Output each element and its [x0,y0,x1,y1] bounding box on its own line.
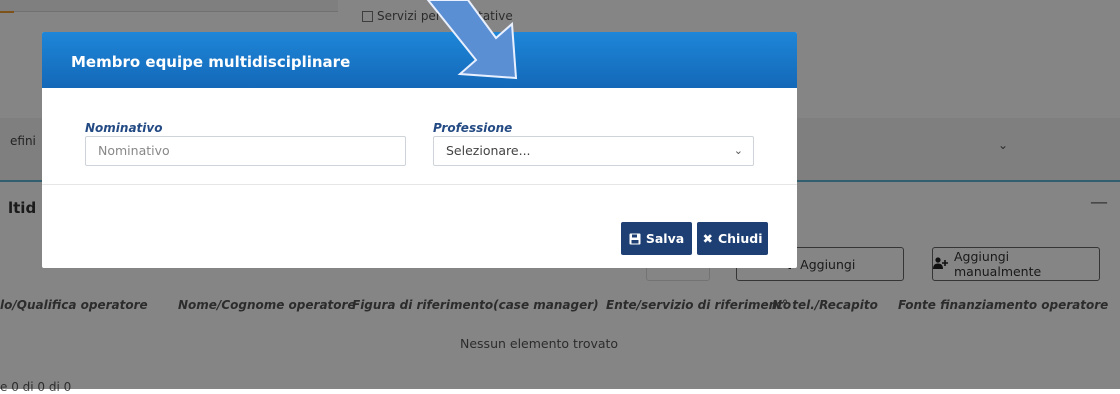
close-button[interactable]: ✖ Chiudi [697,222,768,255]
save-button-label: Salva [645,231,685,246]
professione-select[interactable]: Selezionare... ⌄ [433,136,754,166]
x-icon: ✖ [702,231,713,246]
professione-label: Professione [433,121,513,135]
save-button[interactable]: Salva [621,222,692,255]
chevron-down-icon: ⌄ [733,144,743,157]
close-button-label: Chiudi [717,231,763,246]
floppy-disk-icon [629,233,641,245]
nominativo-placeholder: Nominativo [98,143,170,158]
professione-selected: Selezionare... [446,143,531,158]
nominativo-label: Nominativo [85,121,163,135]
modal-body: Nominativo Nominativo Professione Selezi… [42,88,797,185]
modal-title: Membro equipe multidisciplinare [71,53,351,71]
annotation-arrow-icon [426,0,518,80]
nominativo-input[interactable]: Nominativo [85,136,406,166]
